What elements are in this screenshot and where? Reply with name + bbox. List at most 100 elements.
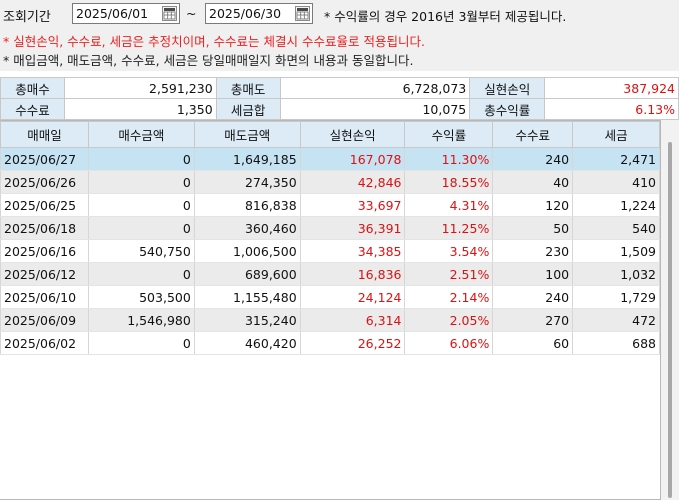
fee-cell: 230 — [492, 239, 574, 263]
trade-date-cell: 2025/06/02 — [0, 331, 89, 355]
fee-cell: 50 — [492, 216, 574, 240]
trade-history-table: 매매일 매수금액 매도금액 실현손익 수익률 수수료 세금 2025/06/27… — [0, 121, 660, 355]
sell-amount-cell: 274,350 — [193, 170, 301, 194]
buy-amount-cell: 1,546,980 — [87, 308, 195, 332]
table-row[interactable]: 2025/06/25 0 816,838 33,697 4.31% 120 1,… — [0, 193, 660, 217]
fee-cell: 40 — [492, 170, 574, 194]
table-row[interactable]: 2025/06/09 1,546,980 315,240 6,314 2.05%… — [0, 308, 660, 332]
same-as-daily-notice: * 매입금액, 매도금액, 수수료, 세금은 당일매매일지 화면의 내용과 동일… — [3, 53, 414, 68]
realized-pl-cell: 24,124 — [299, 285, 406, 309]
trade-date-cell: 2025/06/27 — [0, 147, 89, 171]
trade-date-cell: 2025/06/12 — [0, 262, 89, 286]
table-row[interactable]: 2025/06/26 0 274,350 42,846 18.55% 40 41… — [0, 170, 660, 194]
sell-amount-cell: 460,420 — [193, 331, 301, 355]
column-header-trade-date[interactable]: 매매일 — [0, 121, 89, 148]
total-return-value: 6.13% — [544, 98, 679, 120]
fee-cell: 240 — [492, 285, 574, 309]
column-header-fee[interactable]: 수수료 — [492, 121, 574, 148]
estimate-notice: * 실현손익, 수수료, 세금은 추정치이며, 수수료는 체결시 수수료율로 적… — [3, 34, 425, 49]
tax-cell: 1,729 — [572, 285, 660, 309]
realized-pl-cell: 16,836 — [299, 262, 406, 286]
filter-panel: 조회기간 2025/06/01 ~ 2025/06/30 * 수익률의 경우 2… — [0, 0, 679, 71]
buy-amount-cell: 0 — [87, 262, 195, 286]
tax-cell: 1,032 — [572, 262, 660, 286]
buy-amount-cell: 0 — [87, 193, 195, 217]
summary-row: 총매수 2,591,230 총매도 6,728,073 실현손익 387,924 — [0, 77, 679, 99]
table-row[interactable]: 2025/06/27 0 1,649,185 167,078 11.30% 24… — [0, 147, 660, 171]
total-return-label: 총수익률 — [469, 98, 546, 120]
sell-amount-cell: 315,240 — [193, 308, 301, 332]
realized-pl-cell: 36,391 — [299, 216, 406, 240]
realized-pl-value: 387,924 — [544, 77, 679, 99]
sell-amount-cell: 816,838 — [193, 193, 301, 217]
return-rate-cell: 2.51% — [404, 262, 494, 286]
fee-value: 1,350 — [63, 98, 217, 120]
start-date-field[interactable]: 2025/06/01 — [72, 3, 180, 24]
sell-amount-cell: 689,600 — [193, 262, 301, 286]
sell-amount-cell: 1,649,185 — [193, 147, 301, 171]
fee-label: 수수료 — [0, 98, 65, 120]
trade-date-cell: 2025/06/10 — [0, 285, 89, 309]
realized-pl-cell: 6,314 — [299, 308, 406, 332]
fee-cell: 240 — [492, 147, 574, 171]
return-availability-note: * 수익률의 경우 2016년 3월부터 제공됩니다. — [324, 9, 567, 24]
tax-cell: 410 — [572, 170, 660, 194]
fee-cell: 60 — [492, 331, 574, 355]
return-rate-cell: 11.25% — [404, 216, 494, 240]
column-header-sell-amount[interactable]: 매도금액 — [193, 121, 301, 148]
total-sell-label: 총매도 — [215, 77, 281, 99]
sell-amount-cell: 1,155,480 — [193, 285, 301, 309]
buy-amount-cell: 0 — [87, 331, 195, 355]
column-header-tax[interactable]: 세금 — [572, 121, 660, 148]
tax-cell: 1,509 — [572, 239, 660, 263]
column-header-return-rate[interactable]: 수익률 — [404, 121, 494, 148]
tax-value: 10,075 — [279, 98, 471, 120]
tax-cell: 688 — [572, 331, 660, 355]
realized-pl-cell: 33,697 — [299, 193, 406, 217]
start-date-value: 2025/06/01 — [76, 6, 149, 21]
end-date-field[interactable]: 2025/06/30 — [205, 3, 313, 24]
return-rate-cell: 4.31% — [404, 193, 494, 217]
realized-pl-cell: 34,385 — [299, 239, 406, 263]
trade-history-grid[interactable]: 매매일 매수금액 매도금액 실현손익 수익률 수수료 세금 2025/06/27… — [0, 120, 661, 500]
tax-label: 세금합 — [215, 98, 281, 120]
date-range-tilde: ~ — [186, 6, 197, 21]
summary-table: 총매수 2,591,230 총매도 6,728,073 실현손익 387,924… — [0, 77, 679, 120]
column-header-realized-pl[interactable]: 실현손익 — [299, 121, 406, 148]
total-buy-value: 2,591,230 — [63, 77, 217, 99]
scrollbar-thumb[interactable] — [668, 142, 672, 498]
tax-cell: 1,224 — [572, 193, 660, 217]
table-row[interactable]: 2025/06/10 503,500 1,155,480 24,124 2.14… — [0, 285, 660, 309]
return-rate-cell: 2.05% — [404, 308, 494, 332]
buy-amount-cell: 0 — [87, 147, 195, 171]
table-row[interactable]: 2025/06/16 540,750 1,006,500 34,385 3.54… — [0, 239, 660, 263]
buy-amount-cell: 503,500 — [87, 285, 195, 309]
tax-cell: 472 — [572, 308, 660, 332]
table-row[interactable]: 2025/06/02 0 460,420 26,252 6.06% 60 688 — [0, 331, 660, 355]
trade-date-cell: 2025/06/09 — [0, 308, 89, 332]
period-label: 조회기간 — [3, 10, 51, 25]
trade-date-cell: 2025/06/18 — [0, 216, 89, 240]
calendar-icon[interactable] — [295, 6, 310, 21]
return-rate-cell: 3.54% — [404, 239, 494, 263]
calendar-icon[interactable] — [162, 6, 177, 21]
sell-amount-cell: 1,006,500 — [193, 239, 301, 263]
tax-cell: 2,471 — [572, 147, 660, 171]
realized-pl-label: 실현손익 — [469, 77, 546, 99]
realized-pl-cell: 42,846 — [299, 170, 406, 194]
table-row[interactable]: 2025/06/12 0 689,600 16,836 2.51% 100 1,… — [0, 262, 660, 286]
sell-amount-cell: 360,460 — [193, 216, 301, 240]
buy-amount-cell: 0 — [87, 170, 195, 194]
total-buy-label: 총매수 — [0, 77, 65, 99]
table-row[interactable]: 2025/06/18 0 360,460 36,391 11.25% 50 54… — [0, 216, 660, 240]
return-rate-cell: 18.55% — [404, 170, 494, 194]
trade-date-cell: 2025/06/25 — [0, 193, 89, 217]
buy-amount-cell: 540,750 — [87, 239, 195, 263]
fee-cell: 270 — [492, 308, 574, 332]
total-sell-value: 6,728,073 — [279, 77, 471, 99]
trade-date-cell: 2025/06/16 — [0, 239, 89, 263]
vertical-scrollbar[interactable] — [661, 120, 679, 500]
buy-amount-cell: 0 — [87, 216, 195, 240]
column-header-buy-amount[interactable]: 매수금액 — [87, 121, 195, 148]
fee-cell: 100 — [492, 262, 574, 286]
